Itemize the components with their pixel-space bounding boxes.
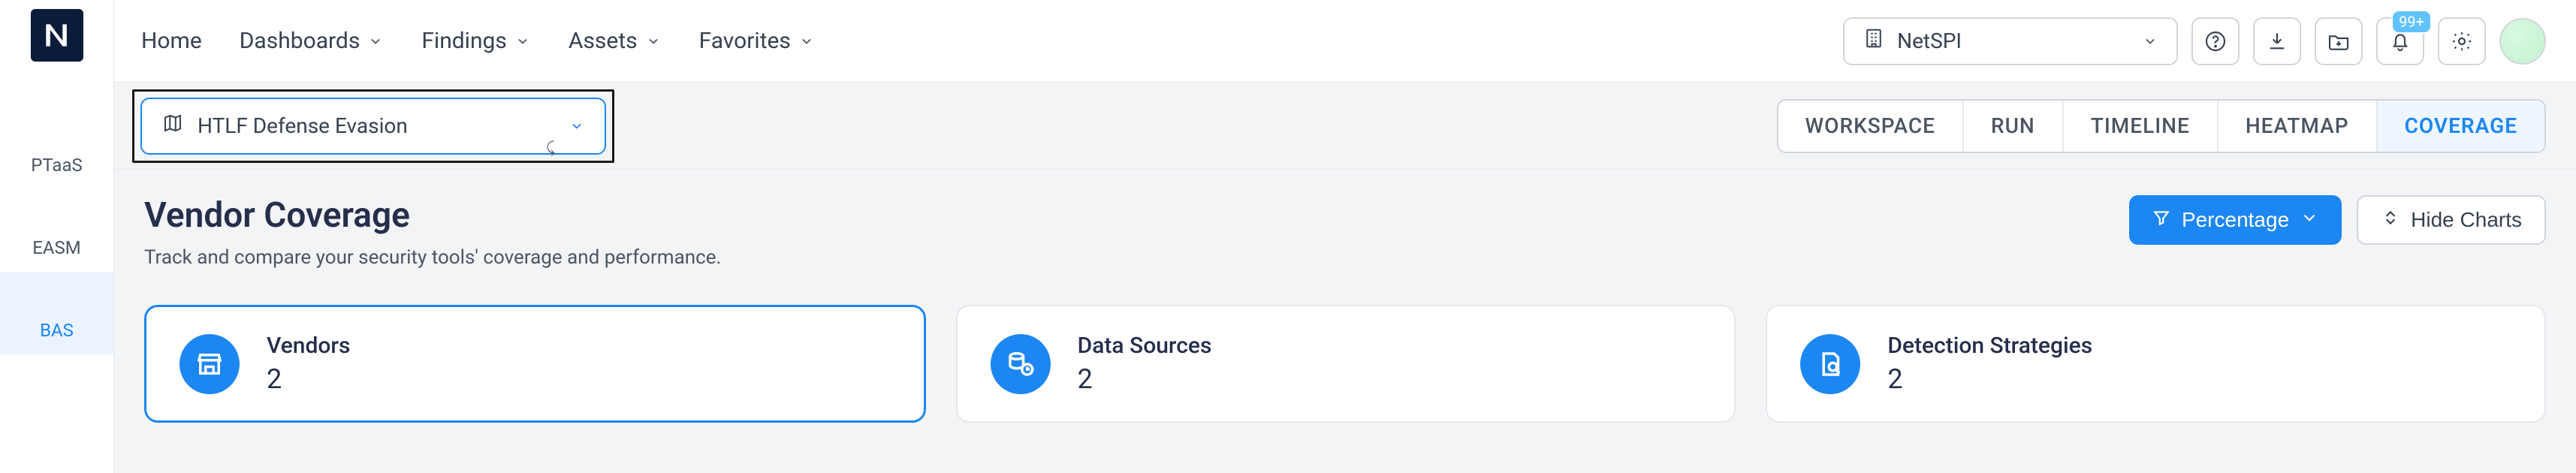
chevron-down-icon — [367, 33, 384, 50]
database-icon — [991, 334, 1051, 394]
card-title: Data Sources — [1078, 333, 1212, 359]
tab-label: TIMELINE — [2091, 113, 2190, 138]
button-label: Percentage — [2182, 208, 2289, 232]
notifications-button[interactable]: 99+ — [2376, 17, 2424, 65]
avatar[interactable] — [2499, 18, 2546, 65]
chevron-down-icon — [798, 33, 815, 50]
notification-badge: 99+ — [2391, 10, 2432, 34]
nav-findings[interactable]: Findings — [421, 28, 531, 54]
rail-item-label: EASM — [32, 237, 81, 258]
tab-label: WORKSPACE — [1805, 113, 1935, 138]
rail-item-label: PTaaS — [31, 155, 83, 176]
tab-label: HEATMAP — [2246, 113, 2349, 138]
org-selector-label: NetSPI — [1897, 29, 1962, 53]
nav-label: Dashboards — [240, 28, 360, 54]
module-selector-value: HTLF Defense Evasion — [198, 113, 408, 138]
content-area: Vendor Coverage Track and compare your s… — [114, 170, 2576, 473]
card-title: Detection Strategies — [1887, 333, 2092, 359]
tab-label: RUN — [1991, 113, 2035, 138]
secondary-bar: HTLF Defense Evasion ⤹ WORKSPACE RUN TIM… — [114, 83, 2576, 170]
nav-label: Home — [141, 28, 202, 54]
folder-button[interactable] — [2315, 17, 2363, 65]
tab-workspace[interactable]: WORKSPACE — [1778, 101, 1964, 152]
summary-cards: Vendors 2 Data Sources 2 — [144, 305, 2546, 423]
hide-charts-button[interactable]: Hide Charts — [2357, 195, 2546, 245]
page-header: Vendor Coverage Track and compare your s… — [144, 195, 2546, 269]
rail-item-ptaas[interactable]: PTaaS — [0, 107, 113, 189]
chevron-down-icon — [645, 33, 662, 50]
page-actions: Percentage Hide Charts — [2129, 195, 2546, 245]
tab-run[interactable]: RUN — [1964, 101, 2064, 152]
document-search-icon — [1800, 334, 1860, 394]
filter-icon — [2152, 208, 2171, 233]
tab-heatmap[interactable]: HEATMAP — [2219, 101, 2378, 152]
rail-item-bas[interactable]: BAS — [0, 272, 113, 354]
rail-item-label: BAS — [40, 320, 74, 341]
org-selector[interactable]: NetSPI — [1843, 17, 2178, 65]
collapse-icon — [2381, 208, 2400, 233]
chevron-down-icon — [2300, 208, 2319, 233]
tab-coverage[interactable]: COVERAGE — [2378, 101, 2544, 152]
page-subtitle: Track and compare your security tools' c… — [144, 246, 721, 269]
nav-home[interactable]: Home — [141, 28, 202, 54]
download-button[interactable] — [2253, 17, 2301, 65]
card-detection-strategies[interactable]: Detection Strategies 2 — [1766, 305, 2546, 423]
top-nav: Home Dashboards Findings Assets Favorite… — [114, 0, 2576, 83]
left-rail: PTaaS EASM BAS — [0, 0, 114, 473]
tab-label: COVERAGE — [2405, 113, 2517, 138]
button-label: Hide Charts — [2411, 208, 2522, 232]
cursor-icon: ⤹ — [546, 138, 555, 156]
top-nav-right: NetSPI 99+ — [1843, 17, 2546, 65]
view-tabs: WORKSPACE RUN TIMELINE HEATMAP COVERAGE — [1777, 99, 2547, 153]
nav-assets[interactable]: Assets — [569, 28, 662, 54]
card-vendors[interactable]: Vendors 2 — [144, 305, 926, 423]
card-title: Vendors — [267, 333, 350, 359]
map-icon — [161, 112, 184, 140]
rail-item-easm[interactable]: EASM — [0, 189, 113, 272]
main-area: Home Dashboards Findings Assets Favorite… — [114, 0, 2576, 473]
chevron-down-icon — [569, 118, 585, 134]
settings-button[interactable] — [2438, 17, 2486, 65]
card-value: 2 — [1078, 363, 1212, 395]
building-icon — [1863, 27, 1885, 55]
card-value: 2 — [267, 363, 350, 395]
nav-label: Assets — [569, 28, 638, 54]
page-title: Vendor Coverage — [144, 195, 721, 236]
card-value: 2 — [1887, 363, 2092, 395]
brand-logo[interactable] — [31, 9, 83, 62]
card-data-sources[interactable]: Data Sources 2 — [956, 305, 1736, 423]
chevron-down-icon — [514, 33, 531, 50]
module-selector-highlight: HTLF Defense Evasion ⤹ — [132, 89, 614, 163]
nav-favorites[interactable]: Favorites — [699, 28, 815, 54]
chevron-down-icon — [2142, 33, 2158, 50]
percentage-button[interactable]: Percentage — [2129, 195, 2342, 245]
nav-label: Findings — [421, 28, 507, 54]
nav-label: Favorites — [699, 28, 791, 54]
module-selector[interactable]: HTLF Defense Evasion — [140, 98, 606, 155]
nav-dashboards[interactable]: Dashboards — [240, 28, 385, 54]
tab-timeline[interactable]: TIMELINE — [2064, 101, 2219, 152]
store-icon — [179, 334, 240, 394]
help-button[interactable] — [2191, 17, 2240, 65]
nav-links: Home Dashboards Findings Assets Favorite… — [141, 28, 815, 54]
